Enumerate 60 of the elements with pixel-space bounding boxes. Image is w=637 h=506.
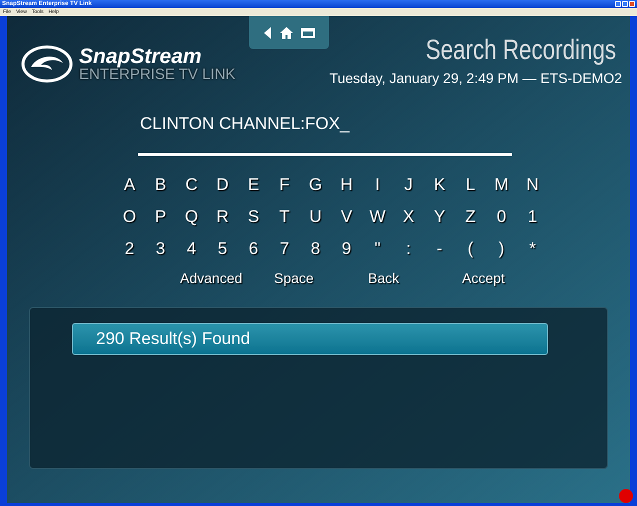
keyboard-key[interactable]: : bbox=[393, 236, 424, 260]
keyboard-key[interactable]: 1 bbox=[517, 204, 548, 228]
keyboard-key[interactable]: * bbox=[517, 236, 548, 260]
keyboard-key[interactable]: F bbox=[269, 172, 300, 196]
keyboard-key[interactable]: Q bbox=[176, 204, 207, 228]
window-icon[interactable] bbox=[301, 28, 316, 38]
keyboard-key[interactable]: D bbox=[207, 172, 238, 196]
keyboard-key[interactable]: N bbox=[517, 172, 548, 196]
maximize-button[interactable] bbox=[622, 1, 628, 7]
keyboard-action[interactable]: Back bbox=[368, 268, 462, 288]
keyboard-key[interactable]: Y bbox=[424, 204, 455, 228]
keyboard-key[interactable]: B bbox=[145, 172, 176, 196]
keyboard-action[interactable]: Advanced bbox=[180, 268, 274, 288]
keyboard-key[interactable]: Z bbox=[455, 204, 486, 228]
keyboard-key[interactable]: 0 bbox=[486, 204, 517, 228]
keyboard-key[interactable]: E bbox=[238, 172, 269, 196]
keyboard-key[interactable]: " bbox=[362, 236, 393, 260]
keyboard-key[interactable]: - bbox=[424, 236, 455, 260]
keyboard-key[interactable]: U bbox=[300, 204, 331, 228]
keyboard-key[interactable]: A bbox=[114, 172, 145, 196]
keyboard-key[interactable]: 4 bbox=[176, 236, 207, 260]
logo-icon bbox=[21, 45, 73, 83]
minimize-button[interactable] bbox=[615, 1, 621, 7]
keyboard-key[interactable]: M bbox=[486, 172, 517, 196]
home-icon[interactable] bbox=[280, 26, 293, 38]
product-name: ENTERPRISE TV LINK bbox=[79, 67, 236, 82]
keyboard-key[interactable]: ) bbox=[486, 236, 517, 260]
keyboard-key[interactable]: 2 bbox=[114, 236, 145, 260]
keyboard-key[interactable]: G bbox=[300, 172, 331, 196]
search-query-field[interactable]: CLINTON CHANNEL:FOX_ bbox=[138, 111, 512, 156]
left-arrow-icon[interactable] bbox=[264, 26, 272, 38]
date-time-status: Tuesday, January 29, 2:49 PM — ETS-DEMO2 bbox=[329, 69, 622, 88]
keyboard-key[interactable]: 6 bbox=[238, 236, 269, 260]
result-row[interactable]: 290 Result(s) Found bbox=[72, 322, 548, 354]
keyboard-key[interactable]: I bbox=[362, 172, 393, 196]
keyboard-key[interactable]: L bbox=[455, 172, 486, 196]
keyboard-key[interactable]: ( bbox=[455, 236, 486, 260]
close-button[interactable] bbox=[629, 1, 635, 7]
keyboard-key[interactable]: J bbox=[393, 172, 424, 196]
keyboard-key[interactable]: X bbox=[393, 204, 424, 228]
keyboard-action[interactable]: Space bbox=[274, 268, 368, 288]
keyboard-key[interactable]: 3 bbox=[145, 236, 176, 260]
keyboard-action[interactable]: Accept bbox=[462, 268, 556, 288]
keyboard-key[interactable]: W bbox=[362, 204, 393, 228]
status-indicator-icon bbox=[619, 489, 633, 503]
keyboard-key[interactable]: 5 bbox=[207, 236, 238, 260]
keyboard-key[interactable]: V bbox=[331, 204, 362, 228]
keyboard-key[interactable]: S bbox=[238, 204, 269, 228]
keyboard-key[interactable]: T bbox=[269, 204, 300, 228]
keyboard-key[interactable]: O bbox=[114, 204, 145, 228]
keyboard-key[interactable]: H bbox=[331, 172, 362, 196]
keyboard-key[interactable]: C bbox=[176, 172, 207, 196]
keyboard-key[interactable]: R bbox=[207, 204, 238, 228]
keyboard-key[interactable]: 7 bbox=[269, 236, 300, 260]
keyboard-key[interactable]: K bbox=[424, 172, 455, 196]
brand-name: SnapStream bbox=[79, 46, 203, 67]
keyboard-key[interactable]: P bbox=[145, 204, 176, 228]
keyboard-key[interactable]: 9 bbox=[331, 236, 362, 260]
page-title: Search Recordings bbox=[426, 36, 616, 64]
keyboard-key[interactable]: 8 bbox=[300, 236, 331, 260]
